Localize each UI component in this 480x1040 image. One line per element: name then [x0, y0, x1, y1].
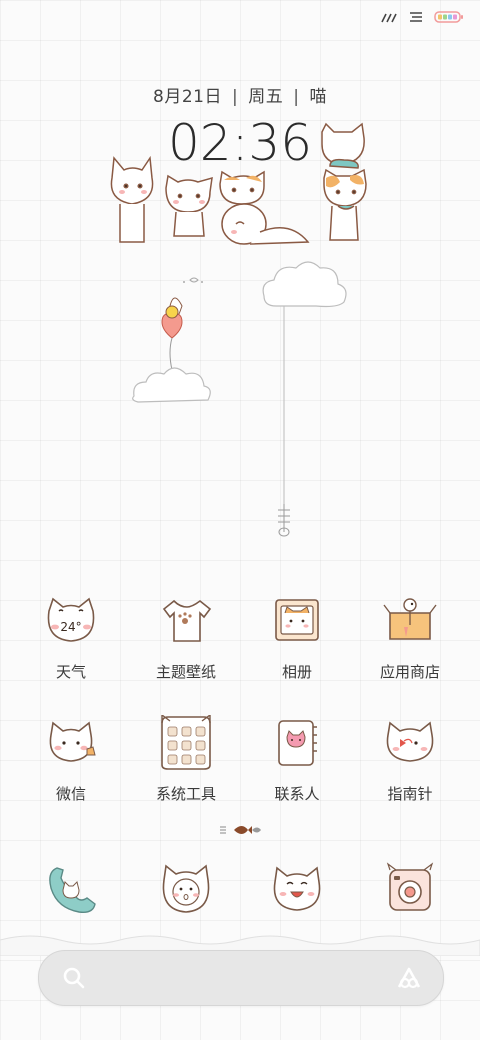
dock-browser[interactable] [242, 862, 352, 922]
menu-lines-icon [220, 826, 226, 834]
app-label: 天气 [55, 663, 86, 681]
camera-icon [386, 862, 434, 911]
app-contacts[interactable]: 联系人 [242, 715, 352, 804]
app-compass[interactable]: 指南针 [355, 715, 465, 804]
stacked-cats-sticker [321, 122, 367, 241]
app-label: 主题壁纸 [155, 663, 216, 681]
separator: | [293, 87, 300, 107]
signal-icon [381, 13, 397, 23]
assistant-icon[interactable] [395, 965, 423, 991]
album-cat-icon [275, 599, 319, 641]
weather-temp: 24° [60, 620, 81, 634]
app-label: 微信 [55, 785, 86, 803]
separator: | [231, 87, 239, 107]
weather-cat-icon: 24° [47, 597, 95, 642]
fish-page-dot-active [234, 826, 252, 834]
app-system-tools[interactable]: 系统工具 [131, 713, 241, 804]
app-label: 相册 [281, 663, 312, 681]
heart-balloon-cloud [132, 277, 211, 403]
app-theme-wallpaper[interactable]: 主题壁纸 [131, 593, 241, 682]
battery-icon [434, 11, 463, 23]
phone-cat-icon [49, 867, 96, 914]
cats-illustration [110, 122, 367, 245]
app-label: 应用商店 [379, 663, 440, 681]
orange-cat-sticker [219, 170, 265, 205]
app-label: 联系人 [274, 785, 320, 803]
app-label: 系统工具 [155, 785, 216, 803]
fishbone-icon [278, 504, 290, 537]
app-album[interactable]: 相册 [242, 593, 352, 682]
page-indicator [220, 826, 261, 834]
date-text: 8月21日 [153, 87, 222, 107]
search-icon[interactable] [61, 965, 87, 991]
lying-cat-sticker [221, 203, 310, 245]
contacts-book-icon [278, 720, 317, 766]
wechat-cat-icon [49, 721, 96, 762]
browser-cat-icon [273, 866, 321, 911]
white-cat-sticker [110, 155, 154, 243]
app-store[interactable]: 应用商店 [355, 593, 465, 682]
dock-messages[interactable] [131, 862, 241, 922]
status-bar [380, 10, 464, 24]
date-line: 8月21日 | 周五 | 喵 [0, 82, 480, 107]
messages-cat-icon [162, 864, 210, 913]
dock-camera[interactable] [355, 862, 465, 922]
wifi-icon [410, 12, 422, 22]
meow-text: 喵 [309, 87, 327, 107]
fish-page-dot [252, 827, 261, 833]
weekday-text: 周五 [248, 87, 284, 107]
app-weather[interactable]: 24° 天气 [16, 593, 126, 682]
search-bar[interactable] [38, 950, 444, 1006]
dock-phone[interactable] [16, 862, 126, 922]
app-wechat[interactable]: 微信 [16, 715, 126, 804]
app-label: 指南针 [387, 785, 433, 803]
compass-cat-icon [386, 721, 434, 762]
curly-cat-sticker [165, 174, 213, 237]
tshirt-icon [162, 599, 212, 642]
app-store-box-icon [383, 598, 437, 640]
system-tools-folder-icon [161, 713, 211, 770]
fishbone-cloud [262, 261, 347, 537]
